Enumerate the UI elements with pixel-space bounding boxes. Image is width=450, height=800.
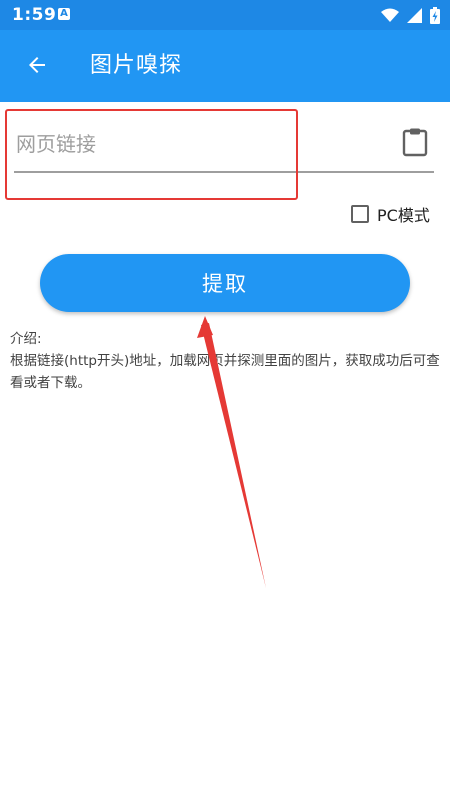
clipboard-icon: [402, 128, 428, 157]
status-icons: [381, 6, 440, 24]
checkbox-box[interactable]: [351, 205, 369, 223]
image-sniffer-screen: 1:59 A 图片嗅探 网页链接 PC模式 提取 介绍: 根据链接(http开头…: [0, 0, 450, 800]
paste-button[interactable]: [397, 122, 433, 162]
battery-charging-icon: [430, 6, 440, 24]
arrow-left-icon: [29, 57, 45, 73]
url-field: [14, 118, 378, 174]
extract-button[interactable]: 提取: [40, 254, 410, 312]
intro-heading: 介绍:: [10, 331, 42, 347]
signal-icon: [407, 7, 422, 23]
pc-mode-checkbox[interactable]: PC模式: [351, 201, 430, 227]
wifi-icon: [381, 8, 399, 22]
intro-section: 介绍: 根据链接(http开头)地址，加载网页并探测里面的图片，获取成功后可查看…: [10, 328, 442, 394]
back-button[interactable]: [14, 42, 60, 88]
pc-mode-label: PC模式: [377, 206, 430, 225]
status-time: 1:59: [12, 5, 57, 25]
notification-app-icon: A: [58, 8, 70, 20]
status-bar: 1:59 A: [0, 0, 450, 30]
url-input-underline: [14, 171, 434, 173]
page-title: 图片嗅探: [90, 53, 183, 78]
app-bar: 图片嗅探: [0, 30, 450, 102]
intro-body: 根据链接(http开头)地址，加载网页并探测里面的图片，获取成功后可查看或者下载…: [10, 353, 440, 391]
url-input[interactable]: [14, 118, 378, 170]
